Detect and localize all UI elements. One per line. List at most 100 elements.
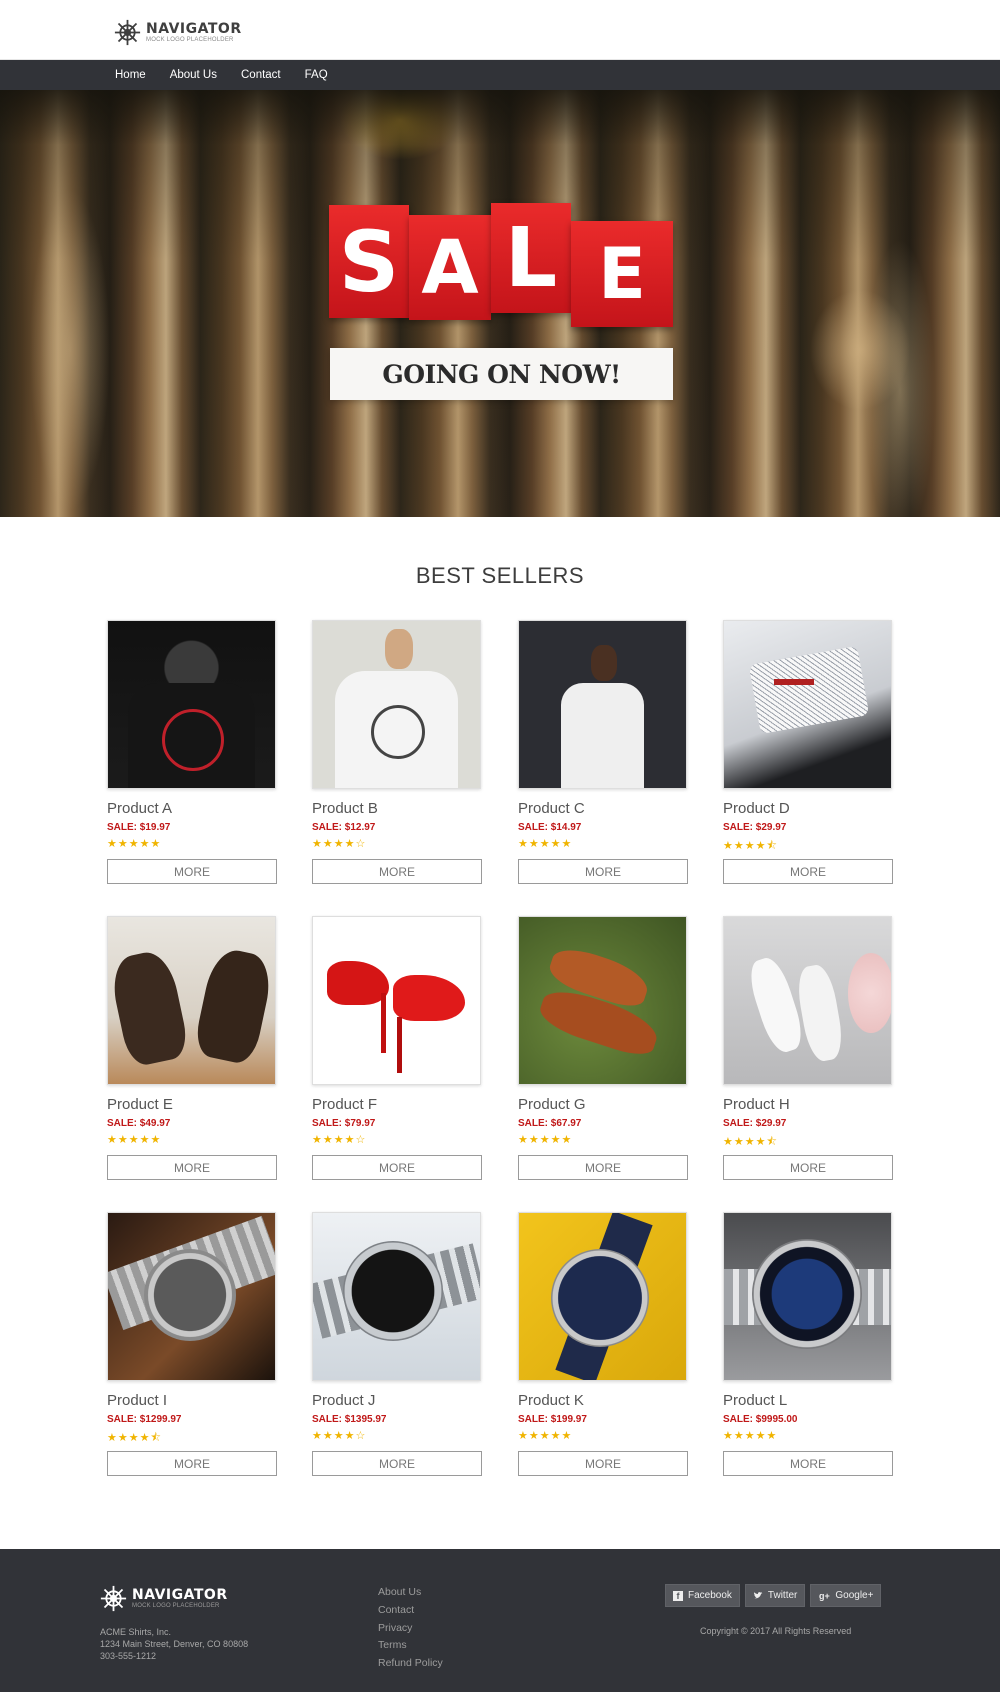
ship-wheel-icon xyxy=(114,19,141,46)
more-button[interactable]: MORE xyxy=(723,1155,893,1180)
twitter-label: Twitter xyxy=(767,1590,798,1601)
product-image[interactable] xyxy=(723,1212,892,1381)
product-image[interactable] xyxy=(312,620,481,789)
product-image[interactable] xyxy=(107,916,276,1085)
ship-wheel-icon xyxy=(100,1585,127,1612)
footer-link-privacy[interactable]: Privacy xyxy=(378,1620,443,1638)
product-price: SALE: $29.97 xyxy=(723,1118,787,1129)
product-price: SALE: $67.97 xyxy=(518,1118,582,1129)
product-name[interactable]: Product F xyxy=(312,1096,483,1113)
product-card: Product D SALE: $29.97 ★★★★⯪ MORE xyxy=(723,620,894,884)
more-button[interactable]: MORE xyxy=(518,859,688,884)
sale-letter-a: A xyxy=(409,215,491,320)
going-on-now-banner: GOING ON NOW! xyxy=(330,348,673,400)
product-name[interactable]: Product J xyxy=(312,1392,483,1409)
product-price: SALE: $29.97 xyxy=(723,822,787,833)
footer-links: About Us Contact Privacy Terms Refund Po… xyxy=(378,1584,443,1673)
site-logo[interactable]: NAVIGATOR MOCK LOGO PLACEHOLDER xyxy=(114,19,242,46)
more-button[interactable]: MORE xyxy=(312,1155,482,1180)
product-image[interactable] xyxy=(107,620,276,789)
more-button[interactable]: MORE xyxy=(312,859,482,884)
product-name[interactable]: Product A xyxy=(107,800,278,817)
twitter-icon xyxy=(753,1591,763,1598)
more-button[interactable]: MORE xyxy=(107,859,277,884)
more-button[interactable]: MORE xyxy=(518,1451,688,1476)
star-rating-icon: ★★★★★ xyxy=(107,838,162,850)
product-card: Product K SALE: $199.97 ★★★★★ MORE xyxy=(518,1212,689,1476)
footer-link-contact[interactable]: Contact xyxy=(378,1602,443,1620)
sale-letter-e: E xyxy=(571,221,673,327)
google-plus-button[interactable]: g+ Google+ xyxy=(810,1584,882,1607)
footer-logo[interactable]: NAVIGATOR MOCK LOGO PLACEHOLDER xyxy=(100,1585,228,1612)
product-name[interactable]: Product L xyxy=(723,1392,894,1409)
nav-home[interactable]: Home xyxy=(115,69,146,81)
google-plus-icon: g+ xyxy=(818,1590,830,1601)
google-plus-label: Google+ xyxy=(835,1590,874,1601)
more-button[interactable]: MORE xyxy=(723,1451,893,1476)
product-name[interactable]: Product B xyxy=(312,800,483,817)
best-sellers-title: BEST SELLERS xyxy=(415,563,585,588)
product-image[interactable] xyxy=(723,620,892,789)
product-price: SALE: $49.97 xyxy=(107,1118,171,1129)
footer-logo-name: NAVIGATOR xyxy=(132,1587,228,1603)
more-button[interactable]: MORE xyxy=(723,859,893,884)
footer-address-block: ACME Shirts, Inc. 1234 Main Street, Denv… xyxy=(100,1626,248,1662)
twitter-button[interactable]: Twitter xyxy=(744,1584,806,1607)
star-rating-icon: ★★★★★ xyxy=(107,1134,162,1146)
footer-link-refund-policy[interactable]: Refund Policy xyxy=(378,1655,443,1673)
product-price: SALE: $79.97 xyxy=(312,1118,376,1129)
product-price: SALE: $14.97 xyxy=(518,822,582,833)
product-card: Product E SALE: $49.97 ★★★★★ MORE xyxy=(107,916,278,1180)
product-name[interactable]: Product D xyxy=(723,800,894,817)
product-image[interactable] xyxy=(518,620,687,789)
hero-top-shade xyxy=(0,90,1000,145)
product-name[interactable]: Product I xyxy=(107,1392,278,1409)
facebook-button[interactable]: f Facebook xyxy=(665,1584,740,1607)
copyright-text: Copyright © 2017 All Rights Reserved xyxy=(700,1626,852,1636)
product-image[interactable] xyxy=(518,1212,687,1381)
product-price: SALE: $19.97 xyxy=(107,822,171,833)
more-button[interactable]: MORE xyxy=(518,1155,688,1180)
footer-link-about-us[interactable]: About Us xyxy=(378,1584,443,1602)
product-card: Product F SALE: $79.97 ★★★★☆ MORE xyxy=(312,916,483,1180)
logo-tagline: MOCK LOGO PLACEHOLDER xyxy=(146,37,234,43)
star-rating-icon: ★★★★★ xyxy=(518,838,573,850)
star-rating-icon: ★★★★⯪ xyxy=(723,1136,778,1148)
sale-letter-l: L xyxy=(491,203,571,313)
more-button[interactable]: MORE xyxy=(107,1451,277,1476)
product-name[interactable]: Product C xyxy=(518,800,689,817)
star-rating-icon: ★★★★★ xyxy=(518,1134,573,1146)
site-header: NAVIGATOR MOCK LOGO PLACEHOLDER xyxy=(0,0,1000,60)
product-card: Product A SALE: $19.97 ★★★★★ MORE xyxy=(107,620,278,884)
nav-contact[interactable]: Contact xyxy=(241,69,281,81)
footer-street: 1234 Main Street, Denver, CO 80808 xyxy=(100,1639,249,1649)
product-price: SALE: $9995.00 xyxy=(723,1414,798,1425)
product-image[interactable] xyxy=(312,916,481,1085)
star-rating-icon: ★★★★⯪ xyxy=(107,1432,162,1444)
star-rating-icon: ★★★★⯪ xyxy=(723,840,778,852)
product-price: SALE: $199.97 xyxy=(518,1414,587,1425)
footer-phone: 303-555-1212 xyxy=(100,1651,157,1661)
product-image[interactable] xyxy=(107,1212,276,1381)
product-card: Product J SALE: $1395.97 ★★★★☆ MORE xyxy=(312,1212,483,1476)
product-name[interactable]: Product E xyxy=(107,1096,278,1113)
product-name[interactable]: Product K xyxy=(518,1392,689,1409)
star-rating-icon: ★★★★★ xyxy=(723,1430,778,1442)
product-card: Product G SALE: $67.97 ★★★★★ MORE xyxy=(518,916,689,1180)
more-button[interactable]: MORE xyxy=(107,1155,277,1180)
product-name[interactable]: Product G xyxy=(518,1096,689,1113)
more-button[interactable]: MORE xyxy=(312,1451,482,1476)
product-name[interactable]: Product H xyxy=(723,1096,894,1113)
product-image[interactable] xyxy=(312,1212,481,1381)
nav-about-us[interactable]: About Us xyxy=(170,69,217,81)
product-card: Product H SALE: $29.97 ★★★★⯪ MORE xyxy=(723,916,894,1180)
nav-faq[interactable]: FAQ xyxy=(305,69,328,81)
facebook-label: Facebook xyxy=(688,1590,732,1601)
star-rating-icon: ★★★★☆ xyxy=(312,838,367,850)
hero-banner: S A L E GOING ON NOW! xyxy=(0,90,1000,517)
product-image[interactable] xyxy=(518,916,687,1085)
footer-link-terms[interactable]: Terms xyxy=(378,1637,443,1655)
star-rating-icon: ★★★★☆ xyxy=(312,1134,367,1146)
product-image[interactable] xyxy=(723,916,892,1085)
product-card: Product B SALE: $12.97 ★★★★☆ MORE xyxy=(312,620,483,884)
